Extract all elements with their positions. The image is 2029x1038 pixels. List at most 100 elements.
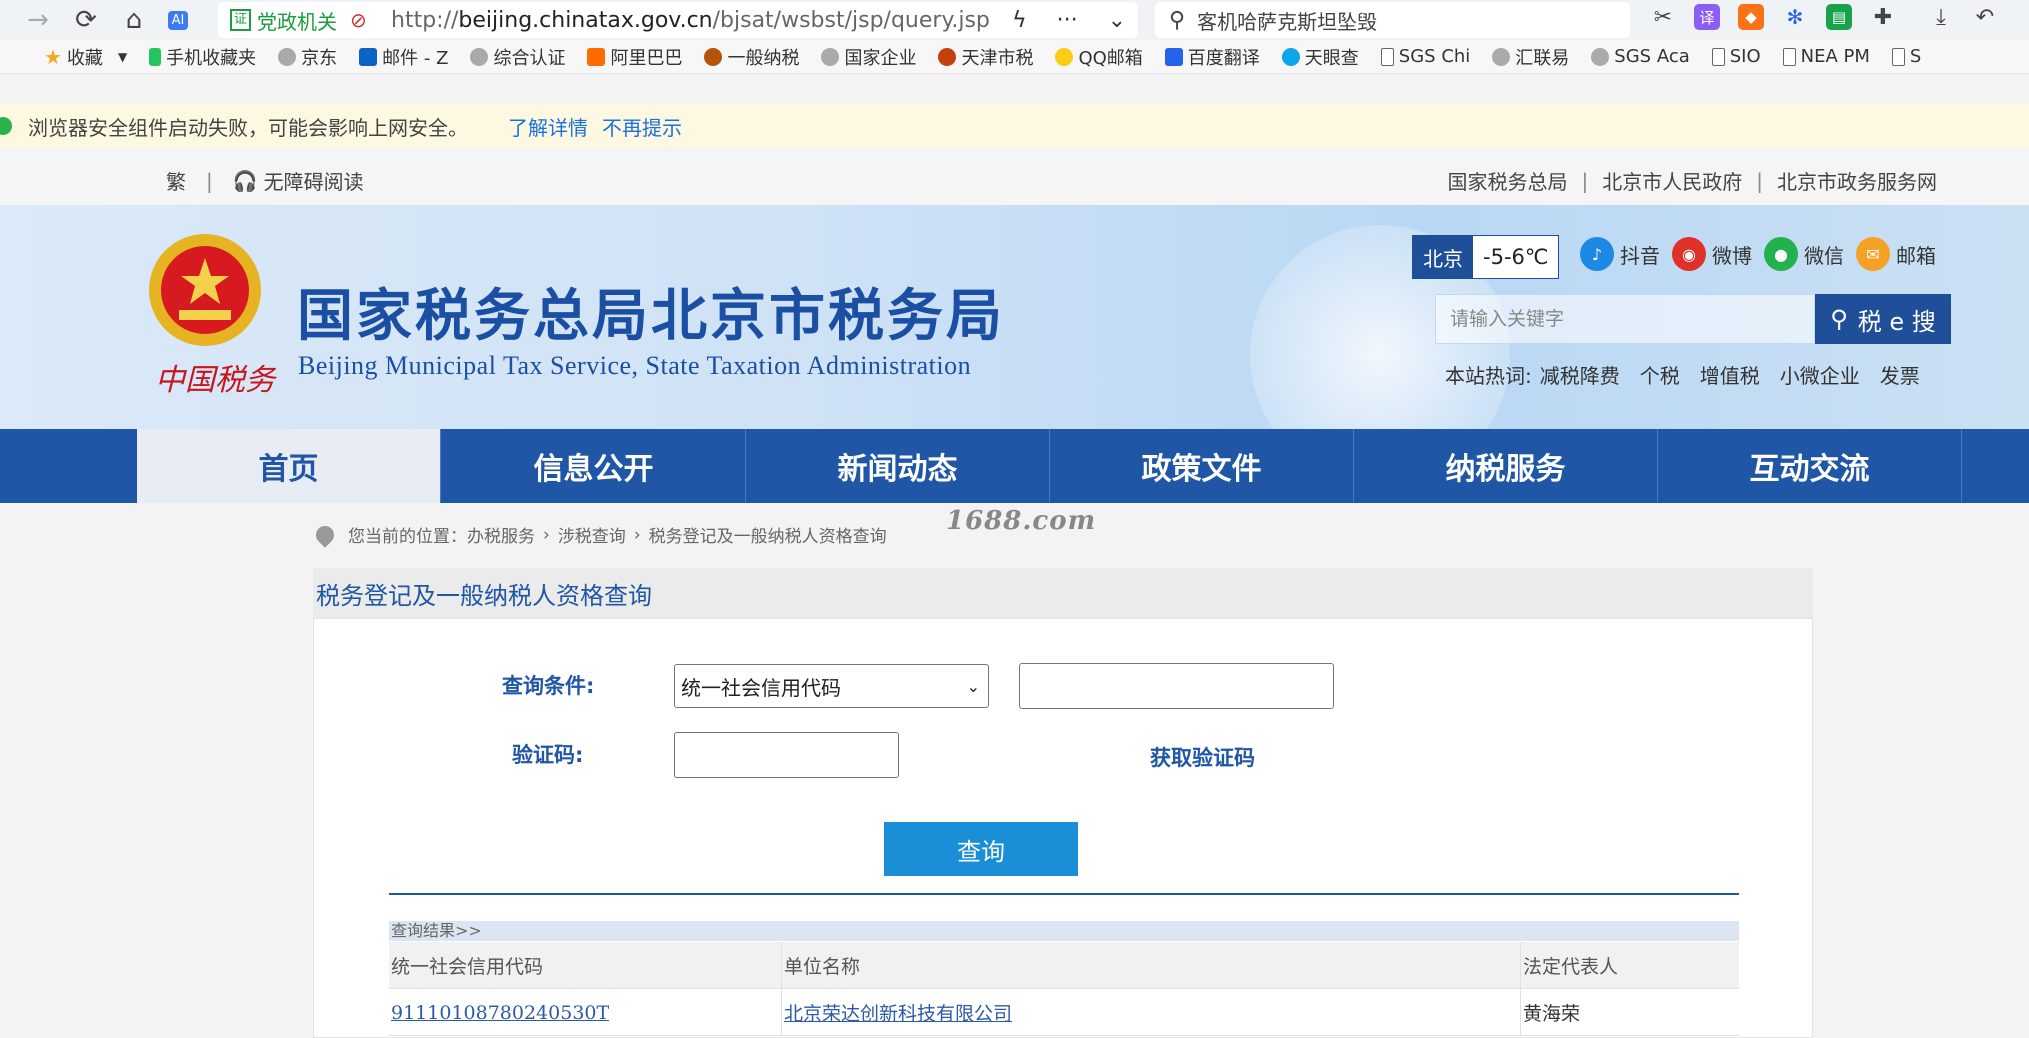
- ai-icon[interactable]: AI: [158, 0, 198, 40]
- bookmark-item[interactable]: 邮件 - Z: [359, 44, 448, 70]
- condition-select[interactable]: 统一社会信用代码 ⌄: [674, 664, 989, 708]
- link-beijing-gov[interactable]: 北京市人民政府: [1602, 166, 1742, 195]
- bookmark-item[interactable]: 国家企业: [821, 44, 916, 70]
- bookmark-item[interactable]: 天津市税: [938, 44, 1033, 70]
- link-sat[interactable]: 国家税务总局: [1448, 166, 1568, 195]
- chevron-right-icon: ›: [543, 524, 550, 545]
- hot-word[interactable]: 个税: [1640, 360, 1680, 389]
- network-icon[interactable]: ✻: [1782, 4, 1808, 30]
- bookmark-item[interactable]: 手机收藏夹: [149, 44, 256, 70]
- condition-value-input[interactable]: [1019, 663, 1334, 709]
- chevron-down-icon: ⌄: [966, 676, 980, 696]
- forward-icon[interactable]: →: [18, 0, 58, 40]
- game-icon[interactable]: ◆: [1738, 4, 1764, 30]
- browser-search[interactable]: ⚲ 客机哈萨克斯坦坠毁: [1155, 2, 1630, 38]
- breadcrumb-item[interactable]: 涉税查询: [558, 522, 626, 547]
- chevron-down-icon[interactable]: ⌄: [1108, 8, 1126, 33]
- qq-icon: [1055, 47, 1074, 66]
- traditional-chinese-link[interactable]: 繁: [166, 166, 186, 195]
- nav-policy[interactable]: 政策文件: [1050, 429, 1354, 503]
- caret-down-icon: ▼: [117, 49, 128, 64]
- hot-word[interactable]: 增值税: [1700, 360, 1760, 389]
- infobar-message: 浏览器安全组件启动失败，可能会影响上网安全。: [28, 115, 468, 140]
- weibo-icon: ◉: [1672, 237, 1706, 271]
- bookmark-item[interactable]: 京东: [278, 44, 337, 70]
- query-button[interactable]: 查询: [884, 822, 1078, 876]
- page-icon: [1782, 47, 1796, 66]
- nav-info-disclosure[interactable]: 信息公开: [442, 429, 746, 503]
- nav-interaction[interactable]: 互动交流: [1658, 429, 1962, 503]
- douyin-link[interactable]: ♪ 抖音: [1580, 237, 1660, 271]
- captcha-input[interactable]: [674, 732, 899, 778]
- link-beijing-services[interactable]: 北京市政务服务网: [1777, 166, 1937, 195]
- get-captcha-link[interactable]: 获取验证码: [1150, 742, 1255, 772]
- bookmark-item[interactable]: ★ 收藏 ▼: [44, 44, 127, 70]
- hot-word[interactable]: 发票: [1880, 360, 1920, 389]
- bookmark-item[interactable]: SIO: [1711, 46, 1761, 67]
- bookmark-item[interactable]: 汇联易: [1492, 44, 1569, 70]
- url-actions: ϟ ··· ⌄: [1012, 2, 1126, 38]
- download-icon[interactable]: ⤓: [1928, 4, 1954, 30]
- site-search-input[interactable]: [1435, 294, 1815, 344]
- search-icon: ⚲: [1169, 7, 1186, 33]
- dismiss-link[interactable]: 不再提示: [602, 112, 682, 141]
- url-text[interactable]: http://beijing.chinatax.gov.cn/bjsat/wsb…: [391, 8, 990, 33]
- translate-icon: [1164, 47, 1183, 66]
- wechat-link[interactable]: ● 微信: [1764, 237, 1844, 271]
- watermark: 1688.com: [946, 506, 1097, 536]
- globe-icon: [470, 47, 489, 66]
- accessibility-link[interactable]: 🎧 无障碍阅读: [233, 166, 364, 195]
- lightning-icon[interactable]: ϟ: [1012, 8, 1027, 33]
- bookmark-item[interactable]: 一般纳税: [704, 44, 799, 70]
- mailbox-link[interactable]: ✉ 邮箱: [1856, 237, 1936, 271]
- bookmark-item[interactable]: SGS Chi: [1380, 46, 1470, 67]
- breadcrumb: 您当前的位置： 办税服务 › 涉税查询 › 税务登记及一般纳税人资格查询: [312, 521, 887, 548]
- bookmark-item[interactable]: QQ邮箱: [1055, 44, 1143, 70]
- scissors-icon[interactable]: ✂: [1650, 4, 1676, 30]
- translate-icon[interactable]: 译: [1694, 4, 1720, 30]
- nav-news[interactable]: 新闻动态: [746, 429, 1050, 503]
- site-top-strip: 繁 | 🎧 无障碍阅读 国家税务总局 | 北京市人民政府 | 北京市政务服务网: [0, 152, 2029, 205]
- book-icon[interactable]: ▤: [1826, 4, 1852, 30]
- more-icon[interactable]: ···: [1057, 8, 1078, 33]
- bookmark-item[interactable]: SGS Aca: [1591, 46, 1690, 67]
- bookmark-item[interactable]: 综合认证: [470, 44, 565, 70]
- reload-icon[interactable]: ⟳: [66, 0, 106, 40]
- results-header: 查询结果>>: [389, 921, 1739, 941]
- outlook-icon: [359, 47, 378, 66]
- weibo-link[interactable]: ◉ 微博: [1672, 237, 1752, 271]
- hot-word[interactable]: 小微企业: [1780, 360, 1860, 389]
- results-divider: [389, 893, 1739, 895]
- credit-code-link[interactable]: 91110108780240530T: [389, 989, 781, 1036]
- site-subtitle: Beijing Municipal Tax Service, State Tax…: [298, 351, 972, 380]
- breadcrumb-item[interactable]: 税务登记及一般纳税人资格查询: [649, 522, 887, 547]
- shield-icon: [0, 117, 12, 135]
- learn-more-link[interactable]: 了解详情: [508, 112, 588, 141]
- extension-icons: ✂ 译 ◆ ✻ ▤ ✚ ⤓ ↶: [1650, 4, 1998, 30]
- nav-home[interactable]: 首页: [137, 429, 441, 503]
- company-name-link[interactable]: 北京荣达创新科技有限公司: [781, 989, 1520, 1036]
- chevron-right-icon: ›: [633, 524, 641, 545]
- bookmark-item[interactable]: NEA PM: [1782, 46, 1870, 67]
- weather-widget: 北京 -5-6℃: [1412, 235, 1560, 279]
- column-header: 法定代表人: [1520, 942, 1739, 989]
- bookmark-item[interactable]: 阿里巴巴: [587, 44, 682, 70]
- bookmark-item[interactable]: S: [1891, 46, 1921, 67]
- alibaba-icon: [587, 47, 606, 66]
- certificate-icon: 证: [230, 9, 252, 31]
- breadcrumb-item[interactable]: 办税服务: [467, 522, 535, 547]
- address-bar[interactable]: 证党政机关 ⊘ http://beijing.chinatax.gov.cn/b…: [218, 2, 1138, 38]
- undo-icon[interactable]: ↶: [1972, 4, 1998, 30]
- nav-tax-services[interactable]: 纳税服务: [1354, 429, 1658, 503]
- globe-icon: [821, 47, 840, 66]
- bookmark-item[interactable]: 百度翻译: [1164, 44, 1260, 70]
- bookmark-item[interactable]: 天眼查: [1281, 44, 1359, 70]
- home-icon[interactable]: ⌂: [114, 0, 154, 40]
- site-search-button[interactable]: ⚲ 税 e 搜: [1815, 294, 1951, 344]
- puzzle-icon[interactable]: ✚: [1870, 4, 1896, 30]
- insecure-icon[interactable]: ⊘: [350, 8, 367, 32]
- captcha-label: 验证码:: [512, 743, 584, 767]
- emblem-caption: 中国税务: [155, 363, 275, 398]
- search-icon: ⚲: [1830, 305, 1848, 333]
- hot-word[interactable]: 减税降费: [1540, 360, 1620, 389]
